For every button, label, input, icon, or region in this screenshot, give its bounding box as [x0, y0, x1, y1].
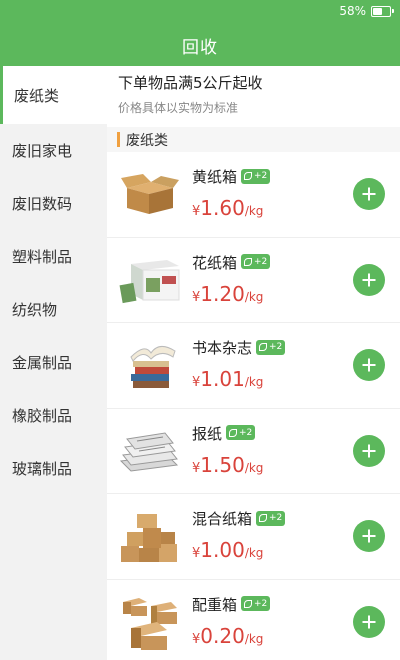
sidebar-item-textile[interactable]: 纺织物 — [0, 283, 107, 336]
sidebar-item-rubber[interactable]: 橡胶制品 — [0, 389, 107, 442]
boxes-image — [123, 597, 177, 650]
item-name: 黄纸箱 +2 — [192, 166, 271, 187]
item-name: 报纸 +2 — [192, 423, 256, 444]
category-header: 废纸类 — [107, 127, 400, 152]
item-price: ¥1.50/kg — [192, 452, 264, 477]
notice-subtitle: 价格具体以实物为标准 — [118, 101, 239, 115]
item-name: 书本杂志 +2 — [192, 337, 286, 358]
add-button[interactable] — [353, 605, 385, 638]
list-item: 报纸 +2 ¥1.50/kg — [107, 409, 400, 494]
leaf-icon — [259, 343, 268, 351]
main-content: 下单物品满5公斤起收 价格具体以实物为标准 废纸类 黄纸箱 +2 ¥1.60/kg… — [107, 66, 400, 660]
notice-title: 下单物品满5公斤起收 — [118, 74, 263, 92]
page-title: 回收 — [182, 37, 218, 58]
sidebar-item-label: 塑料制品 — [12, 248, 73, 266]
eco-tag: +2 — [226, 425, 256, 440]
item-price: ¥0.20/kg — [192, 623, 264, 648]
newspaper-image — [119, 431, 179, 472]
item-name: 混合纸箱 +2 — [192, 508, 286, 529]
list-item: 混合纸箱 +2 ¥1.00/kg — [107, 494, 400, 580]
category-sidebar: 废纸类 废旧家电 废旧数码 塑料制品 纺织物 金属制品 橡胶制品 玻璃制品 — [0, 66, 107, 660]
list-item: 花纸箱 +2 ¥1.20/kg — [107, 238, 400, 323]
leaf-icon — [244, 599, 253, 608]
leaf-icon — [259, 514, 268, 522]
books-image — [130, 346, 176, 388]
sidebar-item-label: 玻璃制品 — [12, 460, 73, 478]
add-button[interactable] — [353, 263, 385, 296]
sidebar-item-label: 橡胶制品 — [12, 407, 73, 425]
leaf-icon — [229, 428, 238, 437]
eco-tag: +2 — [241, 168, 271, 184]
sidebar-item-label: 纺织物 — [12, 301, 58, 319]
item-price: ¥1.00/kg — [192, 538, 264, 562]
sidebar-item-metal[interactable]: 金属制品 — [0, 336, 107, 389]
notice-banner: 下单物品满5公斤起收 价格具体以实物为标准 — [107, 66, 400, 127]
item-name: 配重箱 +2 — [192, 594, 271, 615]
leaf-icon — [244, 172, 253, 180]
printed-box-image — [119, 259, 180, 303]
battery-percent: 58% — [339, 4, 366, 18]
list-item: 配重箱 +2 ¥0.20/kg — [107, 580, 400, 660]
item-price: ¥1.60/kg — [192, 196, 264, 220]
add-button[interactable] — [353, 349, 385, 381]
mixed-boxes-image — [121, 514, 177, 562]
item-name: 花纸箱 +2 — [192, 252, 271, 273]
list-item: 书本杂志 +2 ¥1.01/kg — [107, 323, 400, 409]
nav-bar: 回收 — [0, 24, 400, 66]
sidebar-item-digital[interactable]: 废旧数码 — [0, 177, 107, 230]
eco-tag: +2 — [256, 339, 286, 355]
battery-icon — [371, 6, 394, 17]
item-price: ¥1.01/kg — [192, 367, 264, 391]
eco-tag: +2 — [241, 254, 271, 269]
leaf-icon — [244, 257, 253, 266]
sidebar-item-glass[interactable]: 玻璃制品 — [0, 442, 107, 495]
sidebar-item-label: 金属制品 — [12, 354, 73, 372]
add-button[interactable] — [353, 520, 385, 552]
category-title: 废纸类 — [126, 132, 168, 149]
cardboard-box-image — [121, 174, 179, 214]
sidebar-item-label: 废纸类 — [14, 86, 60, 105]
list-item: 黄纸箱 +2 ¥1.60/kg — [107, 152, 400, 238]
sidebar-item-label: 废旧家电 — [12, 142, 73, 160]
eco-tag: +2 — [256, 510, 286, 526]
sidebar-item-label: 废旧数码 — [12, 195, 73, 213]
sidebar-item-waste-paper[interactable]: 废纸类 — [0, 66, 107, 124]
add-button[interactable] — [353, 178, 385, 210]
sidebar-item-appliances[interactable]: 废旧家电 — [0, 124, 107, 177]
item-price: ¥1.20/kg — [192, 281, 264, 306]
status-bar: 58% — [0, 0, 400, 24]
category-accent-bar — [117, 132, 120, 147]
eco-tag: +2 — [241, 596, 271, 611]
sidebar-item-plastic[interactable]: 塑料制品 — [0, 230, 107, 283]
add-button[interactable] — [353, 434, 385, 467]
